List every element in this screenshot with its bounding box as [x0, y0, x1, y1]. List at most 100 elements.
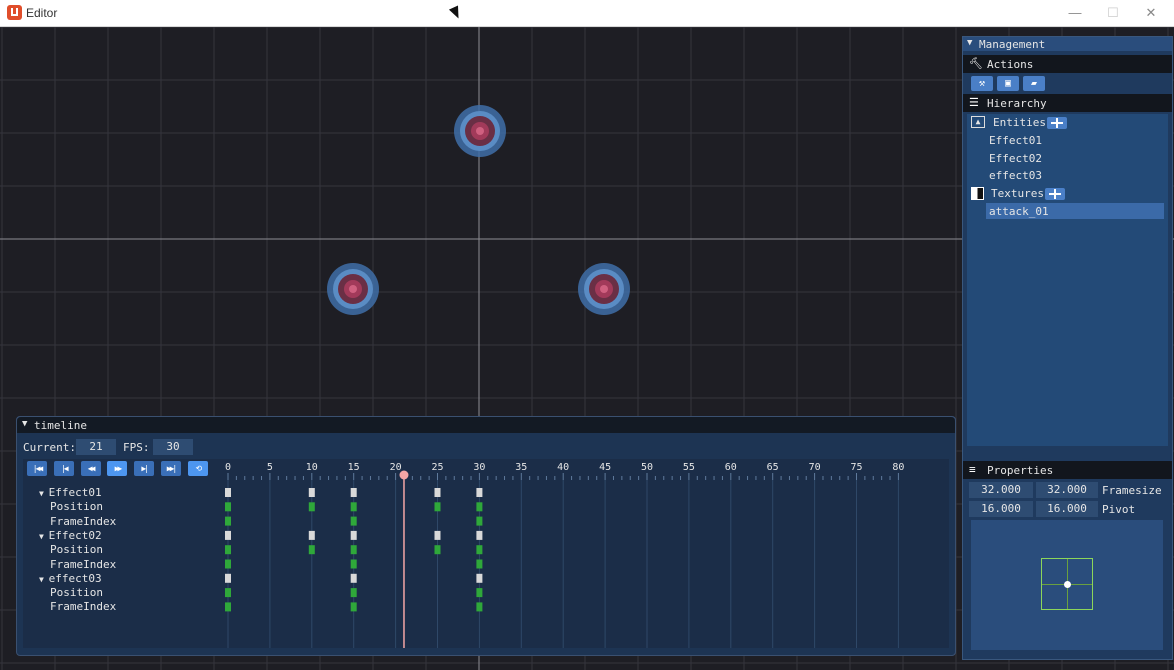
- play-forward-button[interactable]: ▶▶: [107, 461, 128, 476]
- hierarchy-texture[interactable]: attack_01: [989, 205, 1049, 218]
- tick-label: 80: [892, 462, 905, 473]
- minimize-button[interactable]: —: [1058, 3, 1092, 23]
- keyframe[interactable]: [308, 545, 315, 555]
- properties-section: ≡ Properties: [963, 461, 1172, 479]
- timeline-property-row[interactable]: FrameIndex: [50, 600, 116, 613]
- tick-label: 5: [266, 462, 273, 473]
- keyframe[interactable]: [350, 530, 357, 540]
- keyframe[interactable]: [350, 559, 357, 569]
- timeline-property-row[interactable]: Position: [50, 500, 103, 513]
- keyframe[interactable]: [225, 502, 231, 512]
- keyframe[interactable]: [476, 545, 483, 555]
- texture-preview[interactable]: [971, 520, 1163, 650]
- play-backward-button[interactable]: ◀◀: [80, 461, 101, 476]
- pivot-point[interactable]: [1064, 581, 1071, 588]
- add-texture-button[interactable]: [1045, 188, 1065, 200]
- framesize-y-input[interactable]: 32.000: [1036, 482, 1098, 498]
- expand-arrow-icon[interactable]: ▼: [39, 532, 49, 541]
- collapse-arrow-icon[interactable]: ▼: [22, 419, 27, 429]
- hierarchy-entity[interactable]: effect03: [989, 169, 1042, 182]
- tick-label: 70: [808, 462, 821, 473]
- expand-arrow-icon[interactable]: ▼: [39, 575, 49, 584]
- keyframe[interactable]: [476, 559, 483, 569]
- tick-label: 25: [431, 462, 444, 473]
- collapse-arrow-icon[interactable]: ▼: [967, 38, 972, 48]
- fps-input[interactable]: 30: [153, 439, 193, 455]
- keyframe[interactable]: [225, 573, 231, 583]
- pivot-x-input[interactable]: 16.000: [969, 501, 1033, 517]
- save-button[interactable]: ▣: [997, 76, 1019, 91]
- timeline-property-row[interactable]: FrameIndex: [50, 515, 116, 528]
- maximize-button[interactable]: ☐: [1096, 3, 1130, 23]
- keyframe[interactable]: [350, 588, 357, 598]
- framesize-x-input[interactable]: 32.000: [969, 482, 1033, 498]
- close-button[interactable]: ✕: [1134, 3, 1168, 23]
- keyframe[interactable]: [476, 502, 483, 512]
- timeline-entity-row[interactable]: ▼ Effect01: [39, 486, 102, 499]
- keyframe[interactable]: [350, 545, 357, 555]
- effect-sprite[interactable]: [327, 263, 379, 315]
- keyframe[interactable]: [476, 516, 483, 526]
- tick-label: 35: [515, 462, 528, 473]
- keyframe[interactable]: [476, 602, 483, 612]
- keyframe[interactable]: [308, 530, 315, 540]
- frame-outline: [1041, 558, 1093, 610]
- hierarchy-title: Hierarchy: [987, 97, 1047, 110]
- keyframe[interactable]: [350, 516, 357, 526]
- expand-arrow-icon[interactable]: ▼: [39, 489, 49, 498]
- open-folder-button[interactable]: ▰: [1023, 76, 1045, 91]
- keyframe[interactable]: [434, 488, 441, 497]
- checker-texture-icon: [971, 187, 984, 200]
- timeline-property-row[interactable]: FrameIndex: [50, 558, 116, 571]
- window-titlebar: Editor — ☐ ✕: [0, 0, 1174, 27]
- keyframe[interactable]: [476, 573, 483, 583]
- keyframe[interactable]: [225, 559, 231, 569]
- pivot-y-input[interactable]: 16.000: [1036, 501, 1098, 517]
- timeline-body[interactable]: |◀◀ |◀ ◀◀ ▶▶ ▶| ▶▶| ⟲ 0 5 10 15 20 25 30 35 40 45 50 55 60…: [23, 459, 949, 648]
- build-button[interactable]: ⚒: [971, 76, 993, 91]
- timeline-canvas[interactable]: [23, 459, 949, 648]
- keyframe[interactable]: [225, 602, 231, 612]
- keyframe[interactable]: [225, 516, 231, 526]
- keyframe[interactable]: [434, 530, 441, 540]
- management-header[interactable]: ▼ Management: [963, 37, 1172, 51]
- prev-frame-button[interactable]: |◀: [53, 461, 74, 476]
- timeline-property-row[interactable]: Position: [50, 543, 103, 556]
- keyframe[interactable]: [434, 502, 441, 512]
- current-frame-input[interactable]: 21: [76, 439, 116, 455]
- textures-label: Textures: [991, 187, 1044, 200]
- first-frame-icon: |◀◀: [32, 464, 43, 473]
- image-icon: ▲: [971, 116, 985, 128]
- tick-label: 60: [724, 462, 737, 473]
- last-frame-button[interactable]: ▶▶|: [161, 461, 181, 476]
- next-frame-button[interactable]: ▶|: [134, 461, 155, 476]
- loop-button[interactable]: ⟲: [187, 461, 208, 476]
- keyframe[interactable]: [350, 602, 357, 612]
- add-entity-button[interactable]: [1047, 117, 1067, 129]
- track-label: FrameIndex: [50, 557, 117, 571]
- entities-label: Entities: [993, 116, 1046, 129]
- keyframe[interactable]: [350, 573, 357, 583]
- hierarchy-entity[interactable]: Effect02: [989, 152, 1042, 165]
- first-frame-button[interactable]: |◀◀: [27, 461, 47, 476]
- keyframe[interactable]: [225, 588, 231, 598]
- keyframe[interactable]: [476, 488, 483, 497]
- timeline-header[interactable]: ▼ timeline: [17, 417, 955, 433]
- keyframe[interactable]: [225, 488, 231, 497]
- keyframe[interactable]: [350, 488, 357, 497]
- keyframe[interactable]: [350, 502, 357, 512]
- timeline-entity-row[interactable]: ▼ effect03: [39, 572, 102, 585]
- keyframe[interactable]: [308, 488, 315, 497]
- keyframe[interactable]: [476, 530, 483, 540]
- timeline-property-row[interactable]: Position: [50, 586, 103, 599]
- effect-sprite[interactable]: [578, 263, 630, 315]
- keyframe[interactable]: [476, 588, 483, 598]
- keyframe[interactable]: [434, 545, 441, 555]
- hierarchy-entity[interactable]: Effect01: [989, 134, 1042, 147]
- loop-icon: ⟲: [195, 464, 202, 473]
- keyframe[interactable]: [225, 545, 231, 555]
- keyframe[interactable]: [225, 530, 231, 540]
- timeline-entity-row[interactable]: ▼ Effect02: [39, 529, 102, 542]
- keyframe[interactable]: [308, 502, 315, 512]
- effect-sprite[interactable]: [454, 105, 506, 157]
